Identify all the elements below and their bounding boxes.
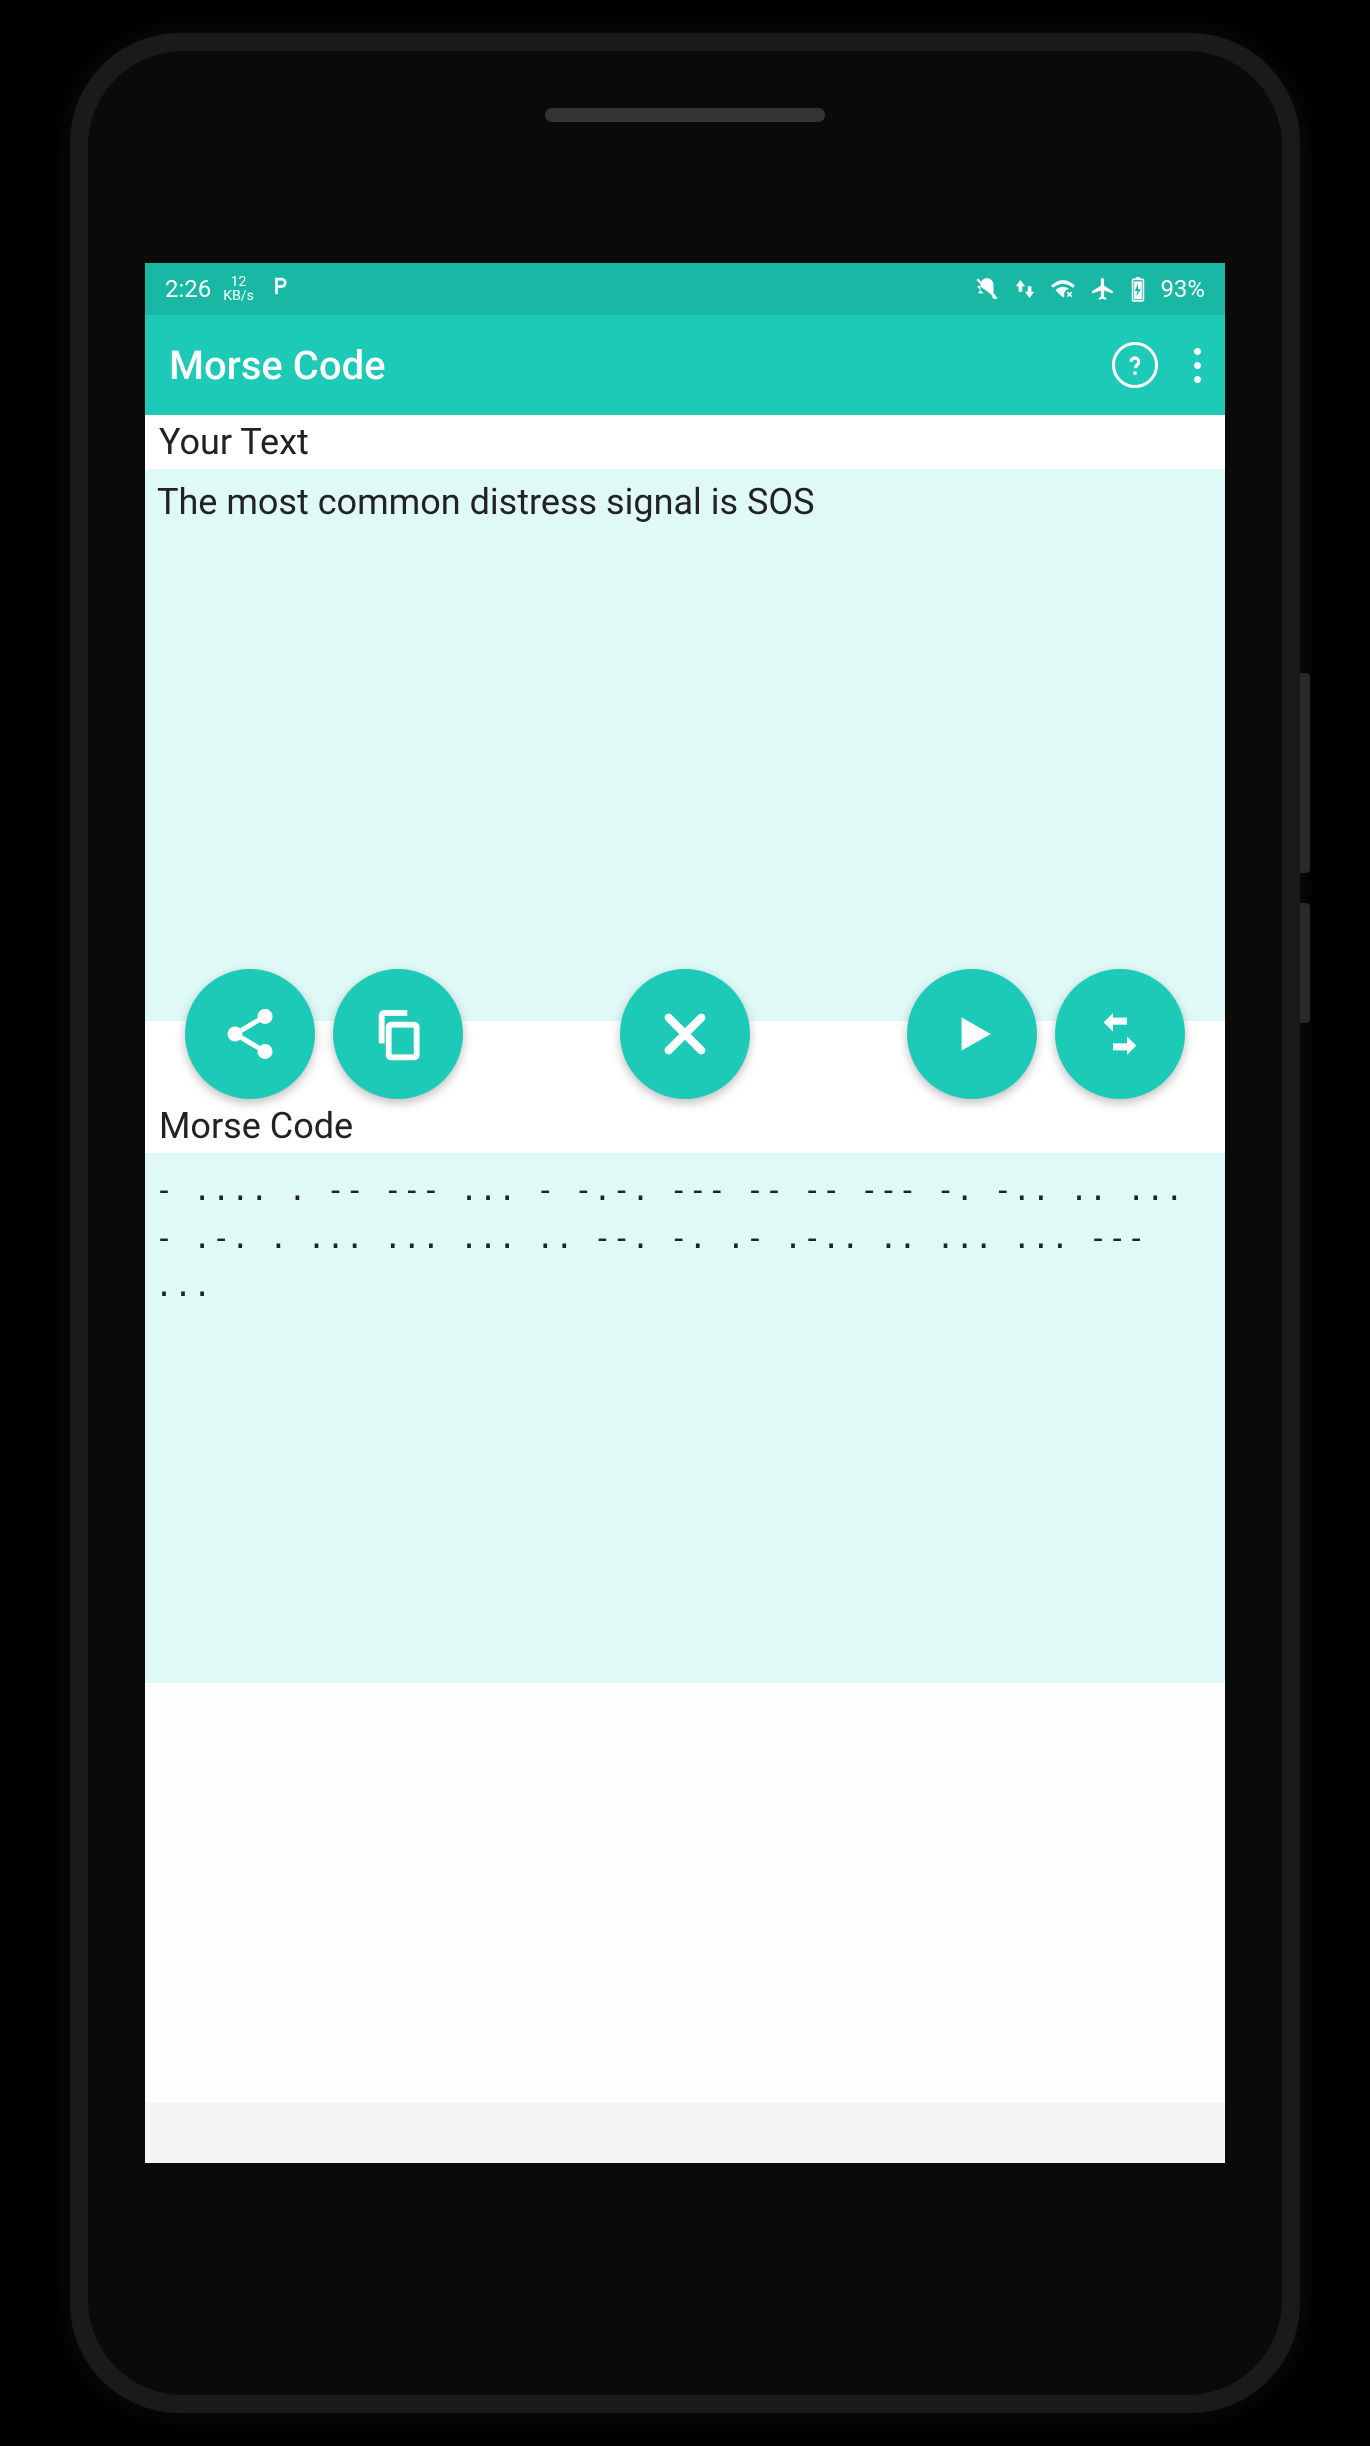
play-button[interactable] [907,969,1037,1099]
screen: 2:26 12 KB/s [145,263,1225,2163]
copy-button[interactable] [333,969,463,1099]
output-label: Morse Code [145,1099,1225,1153]
mute-icon [974,276,1000,302]
copy-icon [370,1006,426,1062]
battery-percent: 93% [1160,275,1205,303]
share-button[interactable] [185,969,315,1099]
share-icon [220,1004,280,1064]
input-label: Your Text [145,415,1225,469]
overflow-menu-button[interactable] [1194,348,1201,383]
morse-output[interactable]: - .... . -- --- ... - -.-. --- -- -- ---… [145,1153,1225,1683]
help-button[interactable] [1112,342,1158,388]
blank-area [145,1683,1225,2103]
clear-button[interactable] [620,969,750,1099]
swap-button[interactable] [1055,969,1185,1099]
power-button[interactable] [1300,903,1310,1023]
app-title: Morse Code [169,342,386,389]
swap-icon [1092,1006,1148,1062]
status-network-speed: 12 KB/s [223,275,254,303]
volume-button[interactable] [1300,673,1310,873]
phone-frame: 2:26 12 KB/s [0,0,1370,2446]
wifi-icon [1050,276,1076,302]
p-icon [266,275,288,303]
phone-speaker [545,108,825,122]
app-bar: Morse Code [145,315,1225,415]
phone-body: 2:26 12 KB/s [70,33,1300,2413]
play-icon [947,1009,997,1059]
battery-icon [1130,276,1146,302]
close-icon [657,1006,713,1062]
airplane-icon [1090,276,1116,302]
status-time: 2:26 [165,275,211,303]
action-button-row [145,969,1225,1099]
text-input[interactable]: The most common distress signal is SOS [145,469,1225,969]
status-bar: 2:26 12 KB/s [145,263,1225,315]
data-icon [1014,278,1036,300]
